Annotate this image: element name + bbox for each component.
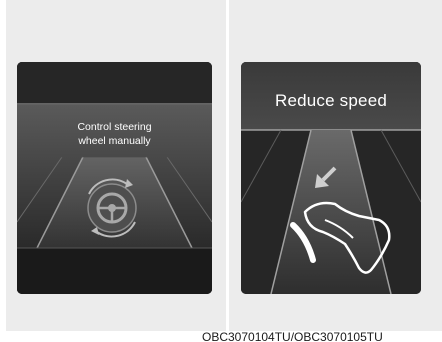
figure-caption: OBC3070104TU/OBC3070105TU — [202, 330, 383, 342]
bottom-bar — [17, 248, 212, 294]
top-bar — [17, 62, 212, 104]
figure: Control steering wheel manually Reduce s… — [0, 0, 442, 342]
message-line-2: wheel manually — [78, 135, 151, 147]
message-line-1: Control steering — [77, 121, 152, 133]
reduce-speed-message: Reduce speed — [274, 91, 388, 110]
cluster-display-steering-warning: Control steering wheel manually — [17, 62, 212, 294]
left-display-graphic — [17, 62, 212, 294]
cluster-display-speed-warning: Reduce speed — [241, 62, 421, 294]
steering-warning-message: Control steering wheel manually — [17, 120, 212, 148]
